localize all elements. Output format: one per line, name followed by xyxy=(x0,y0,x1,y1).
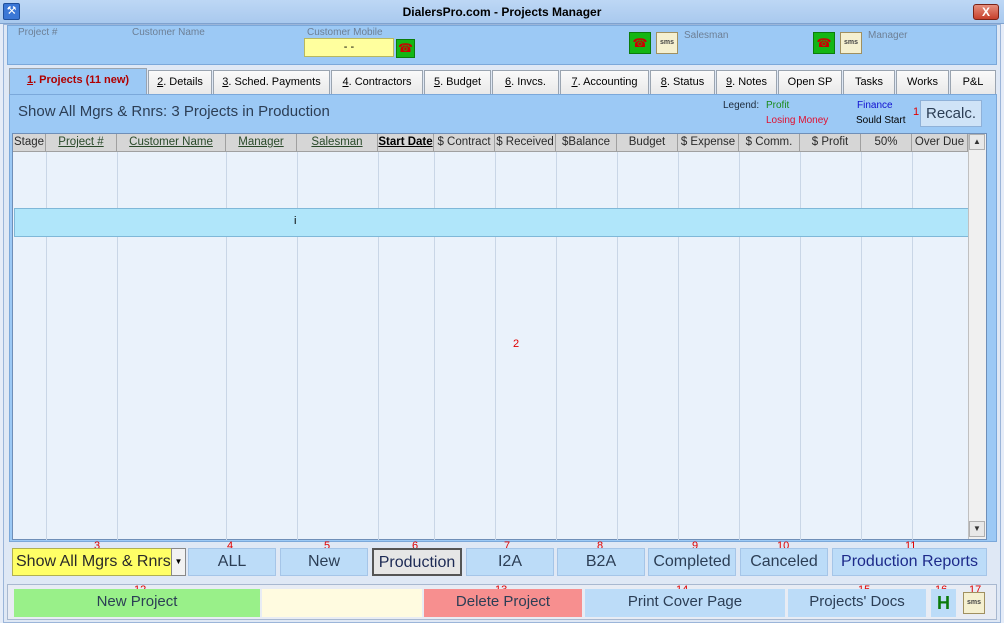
legend-finance: Finance xyxy=(857,100,893,111)
grid-scrollbar[interactable]: ▲ ▼ xyxy=(968,134,986,539)
help-h-button[interactable]: H xyxy=(931,589,956,617)
col-received[interactable]: $ Received xyxy=(495,134,556,152)
delete-project-button[interactable]: Delete Project xyxy=(424,589,582,617)
recalc-button[interactable]: Recalc. xyxy=(920,100,982,127)
col-balance[interactable]: $Balance xyxy=(556,134,617,152)
col-salesman[interactable]: Salesman xyxy=(297,134,378,152)
manager-filter-select[interactable]: Show All Mgrs & Rnrs xyxy=(12,548,172,576)
tab-notes[interactable]: 9. Notes xyxy=(716,70,777,94)
marker-1: 1 xyxy=(913,106,920,118)
filter-new-button[interactable]: New xyxy=(280,548,368,576)
projects-grid[interactable] xyxy=(12,133,987,540)
new-project-button[interactable]: New Project xyxy=(14,589,260,617)
sms-manager-icon[interactable]: sms xyxy=(840,32,862,54)
filter-b2a-button[interactable]: B2A xyxy=(557,548,645,576)
col-project-number[interactable]: Project # xyxy=(46,134,117,152)
tab-contractors[interactable]: 4. Contractors xyxy=(331,70,423,94)
close-button[interactable]: X xyxy=(973,4,999,20)
col-profit[interactable]: $ Profit xyxy=(800,134,861,152)
table-row-selected[interactable] xyxy=(14,208,969,237)
legend-should-start: Sould Start xyxy=(856,115,906,126)
call-customer-phone-icon[interactable]: ☎ xyxy=(396,39,415,58)
tab-status[interactable]: 8. Status xyxy=(650,70,715,94)
salesman-label: Salesman xyxy=(684,30,729,41)
tab-accounting[interactable]: 7. Accounting xyxy=(560,70,649,94)
call-salesman-phone-icon[interactable]: ☎ xyxy=(629,32,651,54)
bottom-spacer xyxy=(262,589,422,617)
col-budget[interactable]: Budget xyxy=(617,134,678,152)
window-title: DialersPro.com - Projects Manager xyxy=(402,5,602,19)
print-cover-page-button[interactable]: Print Cover Page xyxy=(585,589,785,617)
customer-mobile-label: Customer Mobile xyxy=(307,27,383,38)
filter-i2a-button[interactable]: I2A xyxy=(466,548,554,576)
tab-sched-payments[interactable]: 3. Sched. Payments xyxy=(213,70,330,94)
sms-salesman-icon[interactable]: sms xyxy=(656,32,678,54)
filter-canceled-button[interactable]: Canceled xyxy=(740,548,828,576)
legend-losing-money: Losing Money xyxy=(766,115,829,126)
row-cursor-marker: i xyxy=(294,215,297,227)
filter-all-button[interactable]: ALL xyxy=(188,548,276,576)
col-customer-name[interactable]: Customer Name xyxy=(117,134,226,152)
customer-mobile-field[interactable]: - - xyxy=(304,38,394,57)
projects-summary: Show All Mgrs & Rnrs: 3 Projects in Prod… xyxy=(18,103,330,120)
legend-label: Legend: xyxy=(723,100,760,111)
sms-icon[interactable]: sms xyxy=(963,592,985,614)
col-over-due[interactable]: Over Due xyxy=(912,134,968,152)
col-expense[interactable]: $ Expense xyxy=(678,134,739,152)
filter-completed-button[interactable]: Completed xyxy=(648,548,736,576)
legend-profit: Profit xyxy=(766,100,790,111)
tab-pnl[interactable]: P&L xyxy=(950,70,996,94)
tab-details[interactable]: 2. Details xyxy=(148,70,212,94)
production-reports-button[interactable]: Production Reports xyxy=(832,548,987,576)
tab-open-sp[interactable]: Open SP xyxy=(778,70,842,94)
project-number-label: Project # xyxy=(18,27,58,38)
marker-2: 2 xyxy=(513,338,520,350)
scroll-down-icon[interactable]: ▼ xyxy=(969,521,985,537)
scroll-up-icon[interactable]: ▲ xyxy=(969,134,985,150)
col-manager[interactable]: Manager xyxy=(226,134,297,152)
col-contract[interactable]: $ Contract xyxy=(434,134,495,152)
projects-docs-button[interactable]: Projects' Docs xyxy=(788,589,926,617)
title-bar: ⚒ DialersPro.com - Projects Manager X xyxy=(0,0,1004,24)
tab-tasks[interactable]: Tasks xyxy=(843,70,895,94)
tab-projects[interactable]: 1. Projects (11 new) xyxy=(9,68,147,95)
tab-budget[interactable]: 5. Budget xyxy=(424,70,491,94)
tab-works[interactable]: Works xyxy=(896,70,949,94)
customer-name-label: Customer Name xyxy=(132,27,205,38)
call-manager-phone-icon[interactable]: ☎ xyxy=(813,32,835,54)
col-fifty-percent[interactable]: 50% xyxy=(861,134,912,152)
filter-production-button[interactable]: Production xyxy=(372,548,462,576)
col-commission[interactable]: $ Comm. xyxy=(739,134,800,152)
chevron-down-icon[interactable]: ▼ xyxy=(171,548,186,576)
tab-invoices[interactable]: 6. Invcs. xyxy=(492,70,559,94)
col-stage[interactable]: Stage xyxy=(13,134,46,152)
manager-label: Manager xyxy=(868,30,908,41)
col-start-date[interactable]: Start Date xyxy=(378,134,434,152)
